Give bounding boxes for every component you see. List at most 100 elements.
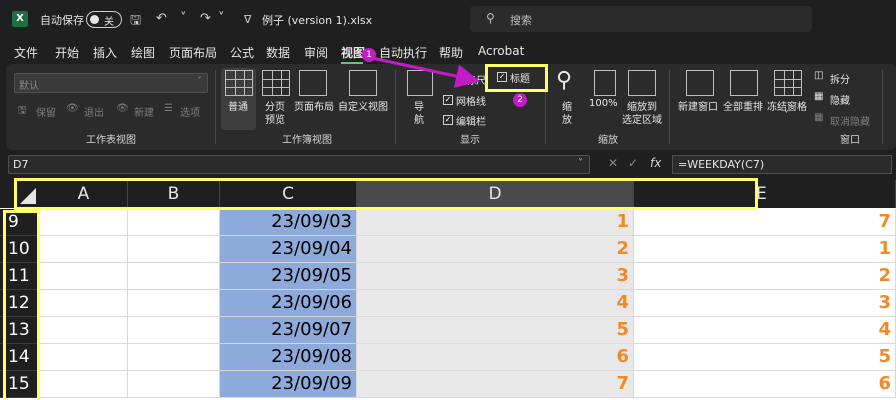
- search-box[interactable]: ⚲ 搜索: [470, 6, 812, 32]
- zoom-to-selection-label-2[interactable]: 选定区域: [622, 111, 662, 126]
- cell-e[interactable]: 7: [634, 209, 896, 236]
- formula-value: =WEEKDAY(C7): [678, 158, 765, 171]
- cell-a[interactable]: [40, 344, 128, 371]
- group-divider: [882, 70, 883, 144]
- workbook-views-group-label: 工作簿视图: [282, 135, 332, 146]
- cell-c[interactable]: 23/09/04: [220, 236, 357, 263]
- cell-a[interactable]: [40, 317, 128, 344]
- navigation-icon: [407, 70, 433, 96]
- gridlines-label[interactable]: 网格线: [456, 93, 486, 108]
- unhide-button[interactable]: 取消隐藏: [830, 113, 870, 128]
- cell-e[interactable]: 4: [634, 317, 896, 344]
- page-layout-button[interactable]: 页面布局: [294, 98, 334, 113]
- zoom-100-button[interactable]: 100%: [589, 98, 618, 109]
- formula-bar-checkbox[interactable]: ✓: [443, 115, 453, 125]
- tab-acrobat[interactable]: Acrobat: [478, 44, 524, 58]
- cell-a[interactable]: [40, 371, 128, 398]
- tab-file[interactable]: 文件: [14, 44, 38, 61]
- ruler-checkbox-label[interactable]: 标尺: [466, 72, 486, 87]
- tab-automate[interactable]: 自动执行: [379, 44, 427, 61]
- undo-dropdown-icon[interactable]: ˅: [180, 11, 187, 26]
- new-view-button[interactable]: 新建: [134, 104, 154, 119]
- step-badge-1: 1: [362, 48, 376, 62]
- new-window-button[interactable]: 新建窗口: [678, 98, 718, 113]
- tab-insert[interactable]: 插入: [93, 44, 117, 61]
- cell-b[interactable]: [128, 344, 220, 371]
- insert-function-button[interactable]: fx: [650, 156, 661, 170]
- tab-help[interactable]: 帮助: [439, 44, 463, 61]
- search-icon: ⚲: [486, 11, 495, 25]
- cancel-icon[interactable]: ✕: [608, 156, 618, 170]
- zoom-label-2[interactable]: 放: [562, 111, 572, 126]
- unhide-icon: ▦: [814, 112, 824, 123]
- autosave-toggle[interactable]: 关: [86, 11, 122, 28]
- split-button[interactable]: 拆分: [830, 71, 850, 86]
- save-icon[interactable]: 🖫: [130, 11, 141, 33]
- hide-button[interactable]: 隐藏: [830, 92, 850, 107]
- formula-input[interactable]: =WEEKDAY(C7): [672, 155, 892, 174]
- tab-data[interactable]: 数据: [266, 44, 290, 61]
- cell-c[interactable]: 23/09/03: [220, 209, 357, 236]
- chevron-down-icon: ˅: [197, 76, 202, 87]
- cell-c[interactable]: 23/09/09: [220, 371, 357, 398]
- exit-button[interactable]: 退出: [84, 104, 104, 119]
- cell-e[interactable]: 3: [634, 290, 896, 317]
- cell-a[interactable]: [40, 290, 128, 317]
- name-box-value: D7: [13, 158, 29, 171]
- cell-c[interactable]: 23/09/08: [220, 344, 357, 371]
- cell-b[interactable]: [128, 371, 220, 398]
- row-headers-highlight-box: [3, 210, 40, 400]
- cell-d[interactable]: 2: [357, 236, 634, 263]
- toggle-state: 关: [104, 17, 114, 28]
- cell-b[interactable]: [128, 290, 220, 317]
- keep-button[interactable]: 保留: [36, 104, 56, 119]
- gridlines-checkbox[interactable]: ✓: [443, 95, 453, 105]
- cell-c[interactable]: 23/09/05: [220, 263, 357, 290]
- cell-b[interactable]: [128, 317, 220, 344]
- zoom-to-selection-icon: [628, 70, 656, 96]
- arrange-all-button[interactable]: 全部重排: [723, 98, 763, 113]
- tab-home[interactable]: 开始: [55, 44, 79, 61]
- enter-icon[interactable]: ✓: [628, 156, 638, 170]
- tab-page-layout[interactable]: 页面布局: [169, 44, 217, 61]
- cell-c[interactable]: 23/09/06: [220, 290, 357, 317]
- cell-e[interactable]: 1: [634, 236, 896, 263]
- redo-dropdown-icon[interactable]: ˅: [218, 11, 225, 26]
- custom-views-button[interactable]: 自定义视图: [338, 98, 388, 113]
- cell-e[interactable]: 6: [634, 371, 896, 398]
- zoom-group-label: 缩放: [598, 135, 618, 146]
- cell-d[interactable]: 1: [357, 209, 634, 236]
- formula-bar-label[interactable]: 编辑栏: [456, 113, 486, 128]
- hide-icon: ▦: [814, 91, 824, 102]
- cell-b[interactable]: [128, 209, 220, 236]
- keep-icon: 🖫: [18, 105, 27, 116]
- cell-b[interactable]: [128, 236, 220, 263]
- tab-formulas[interactable]: 公式: [230, 44, 254, 61]
- custom-views-icon: [349, 70, 377, 96]
- cell-e[interactable]: 2: [634, 263, 896, 290]
- cell-d[interactable]: 4: [357, 290, 634, 317]
- cell-b[interactable]: [128, 263, 220, 290]
- cell-a[interactable]: [40, 236, 128, 263]
- cell-d[interactable]: 3: [357, 263, 634, 290]
- tab-review[interactable]: 审阅: [304, 44, 328, 61]
- options-button[interactable]: 选项: [180, 104, 200, 119]
- cell-d[interactable]: 5: [357, 317, 634, 344]
- cell-c[interactable]: 23/09/07: [220, 317, 357, 344]
- window-group-label: 窗口: [840, 135, 860, 146]
- undo-icon[interactable]: ↶: [156, 11, 167, 26]
- cell-a[interactable]: [40, 263, 128, 290]
- cell-a[interactable]: [40, 209, 128, 236]
- cell-d[interactable]: 6: [357, 344, 634, 371]
- page-break-preview-icon: [262, 70, 290, 96]
- arrange-all-icon: [730, 70, 758, 96]
- name-box[interactable]: D7 ˅: [8, 155, 590, 174]
- customize-icon[interactable]: ∇: [244, 13, 251, 26]
- page-break-label-2[interactable]: 预览: [265, 111, 285, 126]
- cell-e[interactable]: 5: [634, 344, 896, 371]
- cell-d[interactable]: 7: [357, 371, 634, 398]
- redo-icon[interactable]: ↷: [200, 11, 211, 26]
- navigation-label-2[interactable]: 航: [414, 111, 424, 126]
- tab-draw[interactable]: 绘图: [131, 44, 155, 61]
- sheet-view-dropdown[interactable]: 默认 ˅: [14, 73, 208, 93]
